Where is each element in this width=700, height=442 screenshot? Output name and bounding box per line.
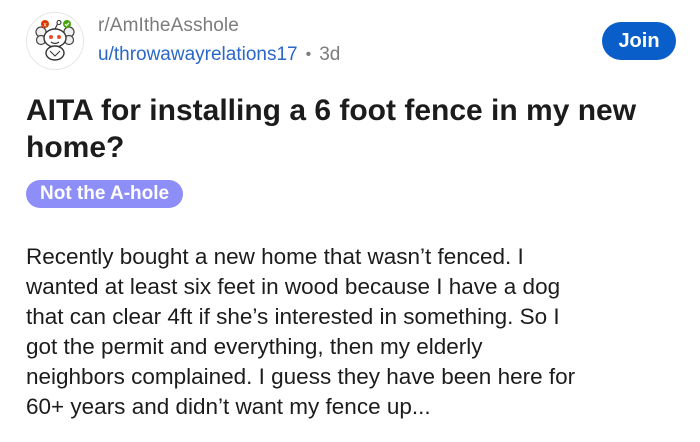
post-body[interactable]: Recently bought a new home that wasn’t f… <box>26 242 676 422</box>
body-line: got the permit and everything, then my e… <box>26 334 483 359</box>
post-age: 3d <box>319 44 341 65</box>
join-button[interactable]: Join <box>602 22 676 60</box>
reddit-post-card: x r/AmItheAsshole u/throwawayrelations17… <box>0 0 700 442</box>
byline-separator: • <box>305 46 312 63</box>
author-username[interactable]: u/throwawayrelations17 <box>98 42 298 68</box>
subreddit-avatar[interactable]: x <box>26 12 84 70</box>
post-title[interactable]: AITA for installing a 6 foot fence in my… <box>26 92 676 166</box>
body-line: wanted at least six feet in wood because… <box>26 274 561 299</box>
post-header: x r/AmItheAsshole u/throwawayrelations17… <box>26 12 676 74</box>
body-line: Recently bought a new home that wasn’t f… <box>26 244 524 269</box>
snoo-judge-icon: x <box>35 19 75 61</box>
body-line: neighbors complained. I guess they have … <box>26 364 576 389</box>
post-meta: r/AmItheAsshole u/throwawayrelations17 •… <box>98 14 340 68</box>
body-line: 60+ years and didn’t want my fence up... <box>26 394 431 419</box>
post-byline: u/throwawayrelations17 • 3d <box>98 42 340 68</box>
body-line: that can clear 4ft if she’s interested i… <box>26 304 560 329</box>
svg-text:x: x <box>43 21 47 28</box>
post-flair[interactable]: Not the A-hole <box>26 180 184 208</box>
subreddit-name[interactable]: r/AmItheAsshole <box>98 14 340 38</box>
